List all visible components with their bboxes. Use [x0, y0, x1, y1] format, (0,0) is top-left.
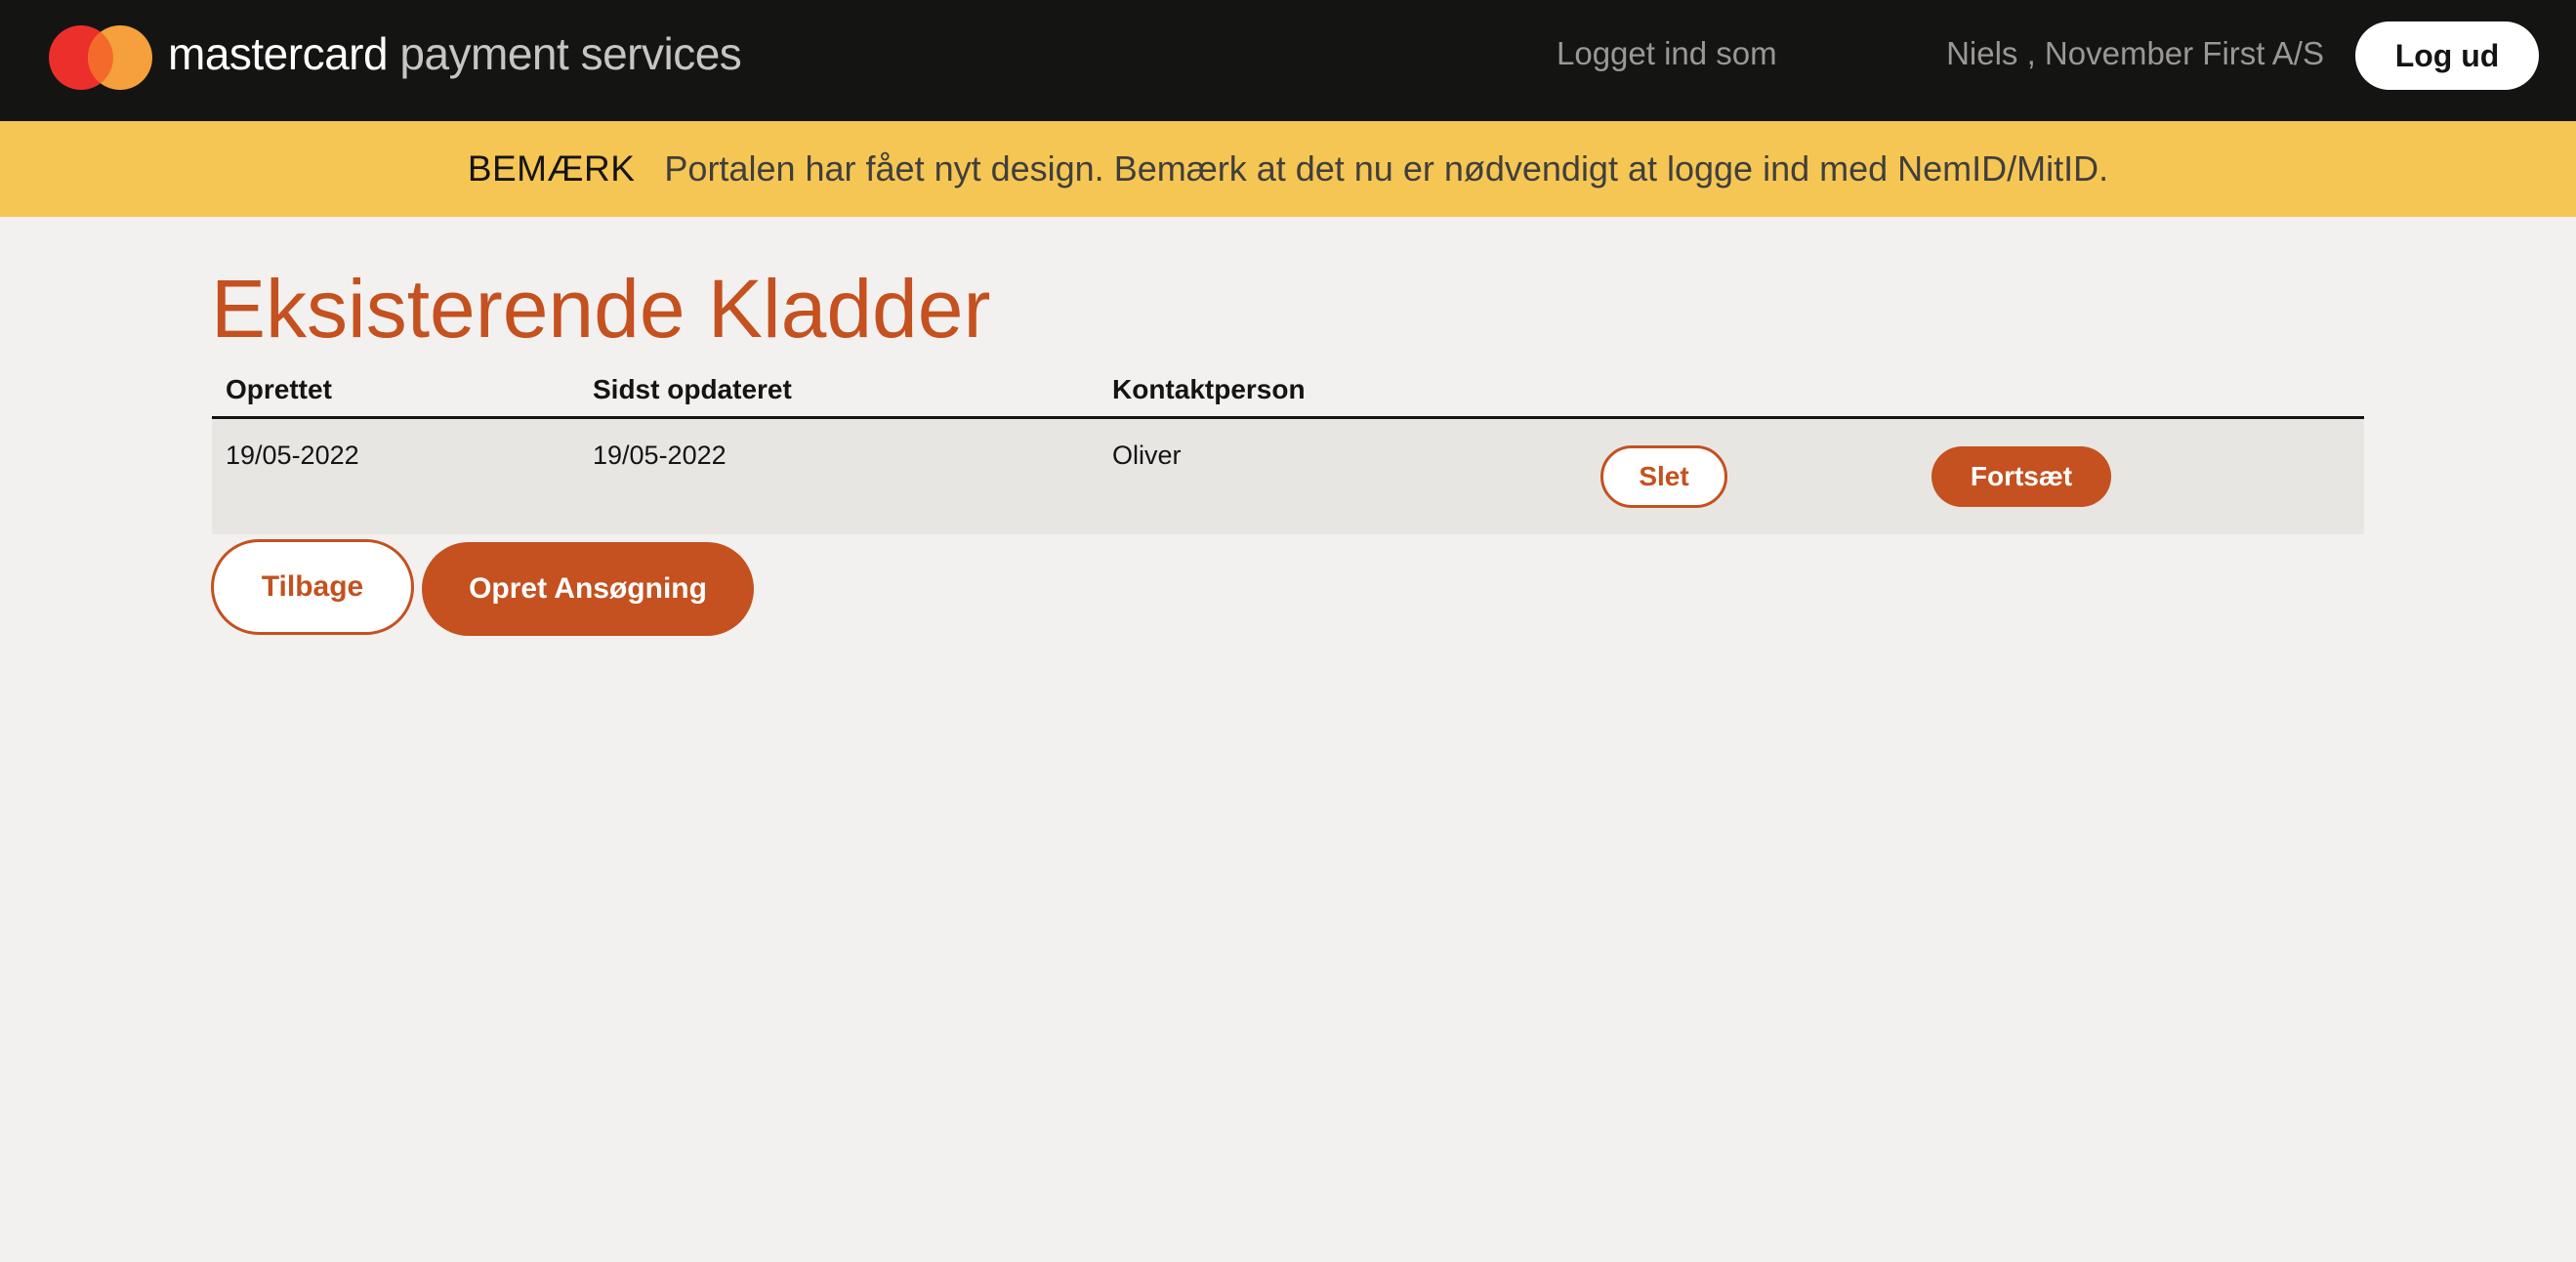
cell-continue: Fortsæt	[1918, 417, 2364, 534]
table-header-row: Oprettet Sidst opdateret Kontaktperson	[212, 363, 2364, 419]
notice-text: Portalen har fået nyt design. Bemærk at …	[664, 148, 2109, 189]
logged-in-label: Logget ind som	[1557, 35, 1777, 71]
back-button[interactable]: Tilbage	[211, 539, 414, 635]
continue-button[interactable]: Fortsæt	[1932, 446, 2111, 507]
column-header-delete	[1587, 363, 1918, 419]
column-header-contact: Kontaktperson	[1099, 363, 1587, 419]
logout-button[interactable]: Log ud	[2355, 21, 2539, 90]
notice-banner: BEMÆRK Portalen har fået nyt design. Bem…	[0, 121, 2576, 217]
delete-button[interactable]: Slet	[1600, 445, 1727, 508]
cell-created: 19/05-2022	[212, 417, 579, 534]
cell-delete: Slet	[1587, 417, 1918, 534]
user-name: Niels , November First A/S	[1946, 35, 2324, 71]
table-row: 19/05-2022 19/05-2022 Oliver Slet Fortsæ…	[212, 417, 2364, 534]
cell-updated: 19/05-2022	[579, 417, 1099, 534]
cell-contact: Oliver	[1099, 417, 1587, 534]
mastercard-circles-icon	[49, 25, 152, 90]
column-header-continue	[1918, 363, 2364, 419]
drafts-table: Oprettet Sidst opdateret Kontaktperson 1…	[212, 363, 2364, 534]
brand-primary: mastercard	[168, 28, 389, 79]
top-header: mastercard payment services Logget ind s…	[0, 0, 2576, 121]
page-title: Eksisterende Kladder	[211, 263, 991, 355]
column-header-updated: Sidst opdateret	[579, 363, 1099, 419]
column-header-created: Oprettet	[212, 363, 579, 419]
brand-name: mastercard payment services	[168, 25, 742, 82]
brand-secondary: payment services	[399, 28, 742, 79]
create-application-button[interactable]: Opret Ansøgning	[422, 542, 754, 636]
notice-label: BEMÆRK	[467, 148, 636, 189]
